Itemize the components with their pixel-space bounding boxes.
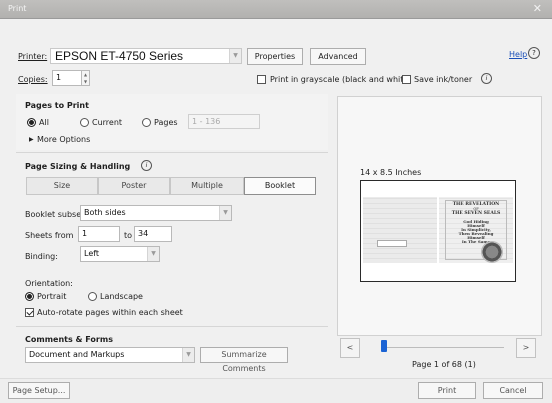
binding-value: Left <box>84 249 100 258</box>
next-page-button[interactable]: > <box>516 338 536 358</box>
chevron-down-icon: ▼ <box>229 49 241 63</box>
help-icon[interactable]: ? <box>528 47 540 59</box>
printer-select-value: EPSON ET-4750 Series <box>55 49 184 63</box>
printer-select[interactable]: EPSON ET-4750 Series ▼ <box>50 48 242 64</box>
chevron-down-icon: ▼ <box>147 247 159 261</box>
booklet-subset-value: Both sides <box>84 208 126 217</box>
save-ink-label: Save ink/toner <box>414 75 473 84</box>
page-sizing-heading: Page Sizing & Handling <box>25 162 131 171</box>
tab-booklet[interactable]: Booklet <box>244 177 316 195</box>
cancel-button[interactable]: Cancel <box>483 382 543 399</box>
pages-to-print-heading: Pages to Print <box>25 101 89 110</box>
cover-line-9: In The Same <box>461 239 491 244</box>
pages-range-input[interactable]: 1 - 136 <box>188 114 260 129</box>
page-slider-thumb[interactable] <box>381 340 387 352</box>
autorotate-checkbox[interactable] <box>25 308 34 317</box>
portrait-label: Portrait <box>37 292 67 301</box>
advanced-button[interactable]: Advanced <box>310 48 366 65</box>
info-icon[interactable]: i <box>481 73 492 84</box>
preview-page: THE REVELATION OF THE SEVEN SEALS God Hi… <box>360 180 516 282</box>
print-button[interactable]: Print <box>418 382 476 399</box>
copies-label: Copies: <box>18 75 48 84</box>
sheets-to-input[interactable]: 34 <box>134 226 172 242</box>
prev-page-button[interactable]: < <box>340 338 360 358</box>
copies-input[interactable]: 1 <box>52 70 82 86</box>
more-options-link[interactable]: More Options <box>37 135 90 144</box>
help-link[interactable]: Help <box>509 50 527 59</box>
binding-label: Binding: <box>25 252 58 261</box>
sheets-to-label: to <box>124 231 133 240</box>
page-slider-track[interactable] <box>386 347 504 348</box>
printer-label: Printer: <box>18 52 48 61</box>
booklet-subset-label: Booklet subset: <box>25 210 87 219</box>
sheets-from-label: Sheets from <box>25 231 74 240</box>
booklet-cover-page: THE REVELATION OF THE SEVEN SEALS God Hi… <box>439 197 513 263</box>
grayscale-checkbox[interactable] <box>257 75 266 84</box>
landscape-radio[interactable] <box>88 292 97 301</box>
sheets-from-input[interactable]: 1 <box>78 226 120 242</box>
sizing-info-icon[interactable]: i <box>141 160 152 171</box>
comments-forms-select[interactable]: Document and Markups ▼ <box>25 347 195 363</box>
title-bar: Print ✕ <box>0 0 552 19</box>
chevron-down-icon: ▼ <box>219 206 231 220</box>
summarize-comments-button[interactable]: Summarize Comments <box>200 347 288 373</box>
portrait-radio[interactable] <box>25 292 34 301</box>
grayscale-label: Print in grayscale (black and white) <box>270 75 412 84</box>
pages-all-radio[interactable] <box>27 118 36 127</box>
pages-all-label: All <box>39 118 49 127</box>
copies-stepper[interactable]: ▲ ▼ <box>82 70 90 86</box>
tab-poster[interactable]: Poster <box>98 177 170 195</box>
paper-size-text: 14 x 8.5 Inches <box>360 168 422 177</box>
close-icon[interactable]: ✕ <box>533 2 542 15</box>
divider <box>16 152 328 153</box>
booklet-left-page <box>363 197 437 263</box>
page-setup-button[interactable]: Page Setup... <box>8 382 70 399</box>
caption-box <box>377 240 407 247</box>
booklet-subset-select[interactable]: Both sides ▼ <box>80 205 232 221</box>
binding-select[interactable]: Left ▼ <box>80 246 160 262</box>
pages-current-radio[interactable] <box>80 118 89 127</box>
page-info: Page 1 of 68 (1) <box>412 360 476 369</box>
landscape-label: Landscape <box>100 292 143 301</box>
pages-range-label: Pages <box>154 118 178 127</box>
window-title: Print <box>8 4 27 13</box>
expand-triangle-icon[interactable]: ▶ <box>29 136 34 143</box>
tab-size[interactable]: Size <box>26 177 98 195</box>
cover-emblem <box>481 241 503 263</box>
comments-forms-value: Document and Markups <box>29 350 125 359</box>
orientation-heading: Orientation: <box>25 279 73 288</box>
tab-multiple[interactable]: Multiple <box>170 177 244 195</box>
comments-forms-heading: Comments & Forms <box>25 335 113 344</box>
cover-line-3: THE SEVEN SEALS <box>451 211 501 216</box>
properties-button[interactable]: Properties <box>247 48 303 65</box>
pages-range-radio[interactable] <box>142 118 151 127</box>
divider <box>16 326 328 327</box>
save-ink-checkbox[interactable] <box>402 75 411 84</box>
autorotate-label: Auto-rotate pages within each sheet <box>37 308 183 317</box>
chevron-down-icon: ▼ <box>182 348 194 362</box>
pages-current-label: Current <box>92 118 123 127</box>
